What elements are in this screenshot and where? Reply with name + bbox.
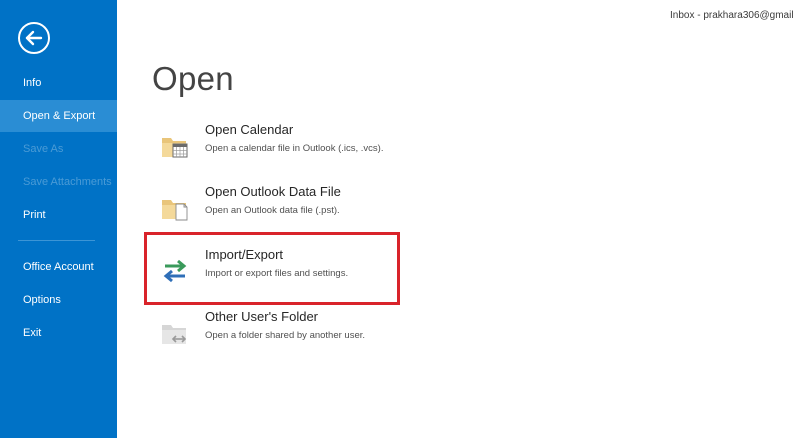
other-users-folder-option[interactable]: Other User's Folder Open a folder shared… [147, 305, 387, 361]
shared-folder-icon [159, 317, 191, 349]
sidebar-item-open-export[interactable]: Open & Export [0, 100, 117, 132]
import-export-option[interactable]: Import/Export Import or export files and… [147, 243, 387, 299]
sidebar-item-office-account[interactable]: Office Account [0, 251, 117, 283]
sidebar-divider [18, 240, 95, 241]
open-data-file-option[interactable]: Open Outlook Data File Open an Outlook d… [147, 180, 387, 236]
page-title: Open [152, 60, 234, 97]
import-export-arrows-icon [159, 255, 191, 287]
sidebar-item-save-attachments: Save Attachments [23, 176, 112, 188]
outlook-backstage: Info Open & Export Save As Save Attachme… [0, 0, 800, 438]
option-description: Open a calendar file in Outlook (.ics, .… [205, 143, 384, 154]
option-description: Open a folder shared by another user. [205, 330, 366, 341]
sidebar-item-options[interactable]: Options [0, 284, 117, 316]
open-calendar-option[interactable]: Open Calendar Open a calendar file in Ou… [147, 118, 387, 174]
option-description: Open an Outlook data file (.pst). [205, 205, 340, 216]
option-title: Open Outlook Data File [205, 184, 341, 199]
folder-data-file-icon [159, 192, 191, 224]
account-label: Inbox - prakhara306@gmail [670, 10, 794, 21]
backstage-sidebar: Info Open & Export Save As Save Attachme… [0, 0, 117, 438]
sidebar-item-exit[interactable]: Exit [0, 317, 117, 349]
option-title: Import/Export [205, 247, 284, 262]
option-description: Import or export files and settings. [205, 268, 349, 279]
back-arrow-icon[interactable] [18, 22, 50, 54]
backstage-main: Inbox - prakhara306@gmail Open Open Cale… [117, 0, 800, 438]
sidebar-item-save-as: Save As [23, 143, 64, 155]
folder-calendar-icon [159, 130, 191, 162]
option-title: Open Calendar [205, 122, 294, 137]
sidebar-item-print[interactable]: Print [0, 199, 117, 231]
option-title: Other User's Folder [205, 309, 319, 324]
sidebar-item-info[interactable]: Info [0, 67, 117, 99]
